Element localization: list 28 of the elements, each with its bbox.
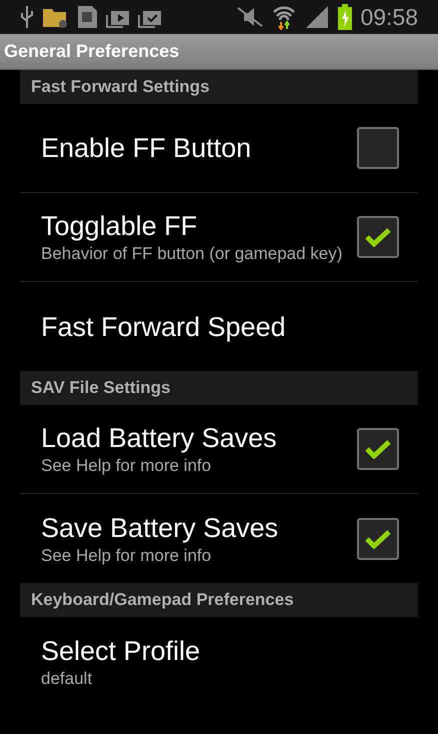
preference-summary: See Help for more info xyxy=(41,455,212,477)
checkbox[interactable] xyxy=(357,216,399,258)
signal-icon xyxy=(304,5,330,29)
checkmark-icon xyxy=(365,528,391,548)
mute-icon xyxy=(236,6,264,28)
sd-card-icon xyxy=(76,5,98,29)
checkbox[interactable] xyxy=(357,518,399,560)
checkbox[interactable] xyxy=(357,428,399,470)
window-title: General Preferences xyxy=(4,40,180,63)
checkbox[interactable] xyxy=(357,127,399,169)
preference-title[interactable]: Save Battery Saves xyxy=(41,510,357,544)
preference-summary: See Help for more info xyxy=(41,544,212,566)
section-header: Keyboard/Gamepad Preferences xyxy=(20,583,418,617)
checkmark-icon xyxy=(365,439,391,459)
preference-title[interactable]: Enable FF Button xyxy=(41,131,357,165)
usb-icon xyxy=(20,5,34,29)
battery-icon xyxy=(338,4,352,30)
preference-summary: Behavior of FF button (or gamepad key) xyxy=(41,243,344,265)
preference-title[interactable]: Load Battery Saves xyxy=(41,421,357,455)
clock-time: 09:58 xyxy=(360,2,418,32)
preference-title[interactable]: Togglable FF xyxy=(41,209,357,243)
section-header: SAV File Settings xyxy=(20,371,418,405)
preference-title[interactable]: Fast Forward Speed xyxy=(41,310,399,344)
checkmark-icon xyxy=(365,227,391,247)
wifi-icon xyxy=(272,4,296,30)
preference-summary: default xyxy=(41,668,94,690)
preference-title[interactable]: Select Profile xyxy=(41,634,399,668)
section-header: Fast Forward Settings xyxy=(20,70,418,104)
